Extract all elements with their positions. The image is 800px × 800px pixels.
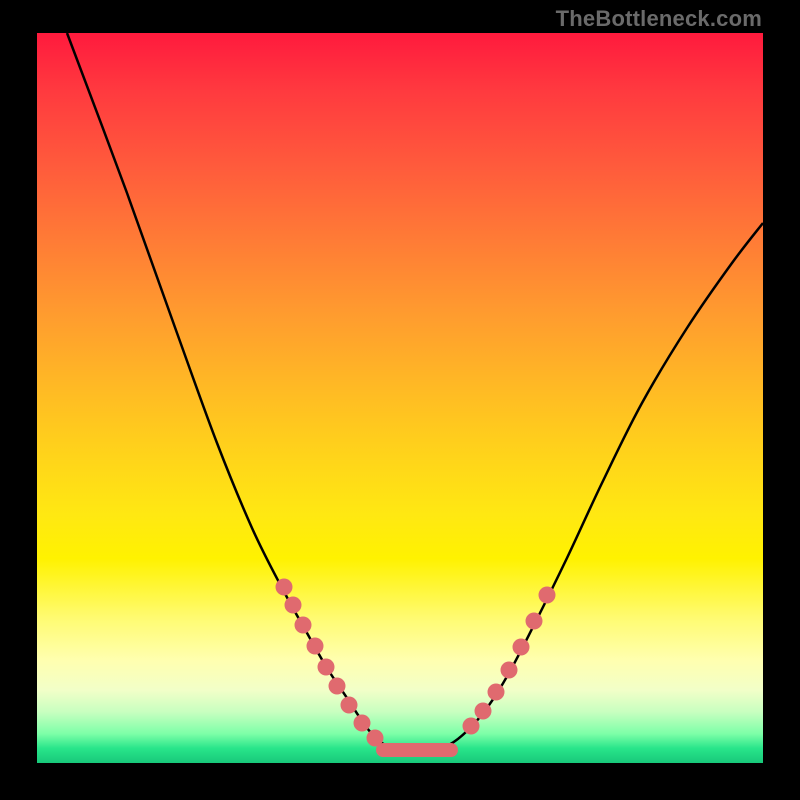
marker-dot: [276, 579, 293, 596]
marker-dot: [285, 597, 302, 614]
marker-dot: [307, 638, 324, 655]
marker-dot: [513, 639, 530, 656]
marker-dot: [539, 587, 556, 604]
watermark-text: TheBottleneck.com: [556, 6, 762, 32]
marker-dot: [475, 703, 492, 720]
marker-dot: [341, 697, 358, 714]
marker-dot: [354, 715, 371, 732]
marker-dot: [295, 617, 312, 634]
marker-dot: [329, 678, 346, 695]
marker-dot: [318, 659, 335, 676]
marker-dot: [501, 662, 518, 679]
v-curve: [67, 33, 763, 753]
marker-dot: [463, 718, 480, 735]
marker-dot: [488, 684, 505, 701]
markers-left: [276, 579, 384, 747]
chart-frame: TheBottleneck.com: [0, 0, 800, 800]
chart-svg: [37, 33, 763, 763]
marker-dot: [526, 613, 543, 630]
